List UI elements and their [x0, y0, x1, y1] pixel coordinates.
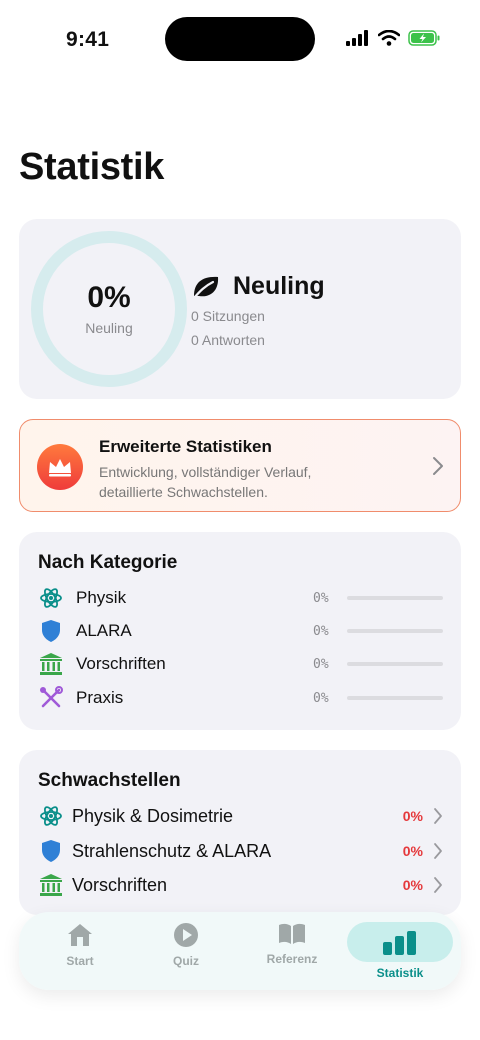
sessions-count: 0 Sitzungen [191, 308, 265, 324]
status-icons [346, 30, 440, 46]
status-time: 9:41 [66, 28, 110, 51]
signal-icon [346, 30, 368, 46]
weak-label: Vorschriften [72, 874, 168, 895]
weak-row-physik[interactable]: Physik & Dosimetrie 0% [38, 801, 443, 831]
weak-spots-heading: Schwachstellen [38, 770, 181, 791]
book-icon [279, 923, 305, 944]
tab-bar: Start Quiz Referenz Statistik [19, 912, 461, 990]
summary-card: 0% Neuling Neuling 0 Sitzungen 0 Antwort… [19, 219, 461, 399]
category-label: Physik [76, 588, 127, 607]
bank-icon [38, 651, 64, 677]
category-percent: 0% [313, 590, 329, 606]
crown-icon [49, 459, 71, 477]
level-title: Neuling [233, 272, 325, 300]
weak-row-vorschriften[interactable]: Vorschriften 0% [38, 870, 443, 900]
premium-description: Entwicklung, vollständiger Verlauf, deta… [99, 464, 312, 500]
tools-icon [38, 685, 64, 711]
category-card: Nach Kategorie Physik 0% ALARA 0% Vorsch… [19, 532, 461, 730]
category-heading: Nach Kategorie [38, 552, 178, 573]
category-label: Vorschriften [76, 654, 166, 673]
house-icon [68, 924, 92, 946]
tab-referenz[interactable]: Referenz [239, 922, 345, 982]
leaf-icon [192, 276, 219, 299]
weak-spots-card: Schwachstellen Physik & Dosimetrie 0% St… [19, 750, 461, 915]
battery-icon [408, 30, 440, 46]
category-label: ALARA [76, 621, 132, 640]
weak-percent: 0% [402, 808, 423, 824]
progress-level-label: Neuling [85, 320, 133, 336]
category-row-alara[interactable]: ALARA 0% [38, 616, 443, 646]
category-row-vorschriften[interactable]: Vorschriften 0% [38, 649, 443, 679]
category-label: Praxis [76, 688, 124, 707]
weak-row-alara[interactable]: Strahlenschutz & ALARA 0% [38, 836, 443, 866]
category-progress-bar [347, 662, 443, 666]
tab-start[interactable]: Start [27, 922, 133, 982]
chevron-right-icon [434, 843, 442, 859]
tab-statistik[interactable]: Statistik [347, 922, 453, 982]
weak-label: Physik & Dosimetrie [72, 805, 234, 826]
advanced-stats-banner[interactable]: Erweiterte Statistiken Entwicklung, voll… [19, 419, 461, 512]
weak-percent: 0% [402, 843, 423, 859]
tab-label: Referenz [266, 952, 318, 966]
status-bar: 9:41 [0, 0, 480, 80]
category-row-praxis[interactable]: Praxis 0% [38, 683, 443, 713]
category-progress-bar [347, 596, 443, 600]
chevron-right-icon [434, 877, 442, 893]
category-progress-bar [347, 629, 443, 633]
category-percent: 0% [313, 656, 329, 672]
atom-icon [38, 585, 64, 611]
answers-count: 0 Antworten [191, 332, 265, 348]
shield-icon [38, 838, 64, 864]
dynamic-island [165, 17, 315, 61]
page-title: Statistik [19, 146, 165, 188]
chevron-right-icon [434, 808, 442, 824]
tab-label: Statistik [376, 966, 424, 980]
progress-percent: 0% [87, 281, 131, 314]
level-row: Neuling [191, 272, 325, 301]
tab-quiz[interactable]: Quiz [133, 922, 239, 982]
tab-label: Start [66, 954, 94, 968]
chart-icon [383, 931, 416, 955]
category-row-physik[interactable]: Physik 0% [38, 583, 443, 613]
category-progress-bar [347, 696, 443, 700]
weak-percent: 0% [402, 877, 423, 893]
bank-icon [38, 872, 64, 898]
wifi-icon [378, 30, 400, 46]
play-icon [174, 923, 198, 947]
weak-label: Strahlenschutz & ALARA [72, 840, 272, 861]
premium-badge [37, 444, 83, 490]
category-percent: 0% [313, 623, 329, 639]
chevron-right-icon [433, 457, 443, 475]
premium-title: Erweiterte Statistiken [99, 437, 272, 456]
atom-icon [38, 803, 64, 829]
shield-icon [38, 618, 64, 644]
tab-label: Quiz [173, 954, 199, 968]
category-percent: 0% [313, 690, 329, 706]
